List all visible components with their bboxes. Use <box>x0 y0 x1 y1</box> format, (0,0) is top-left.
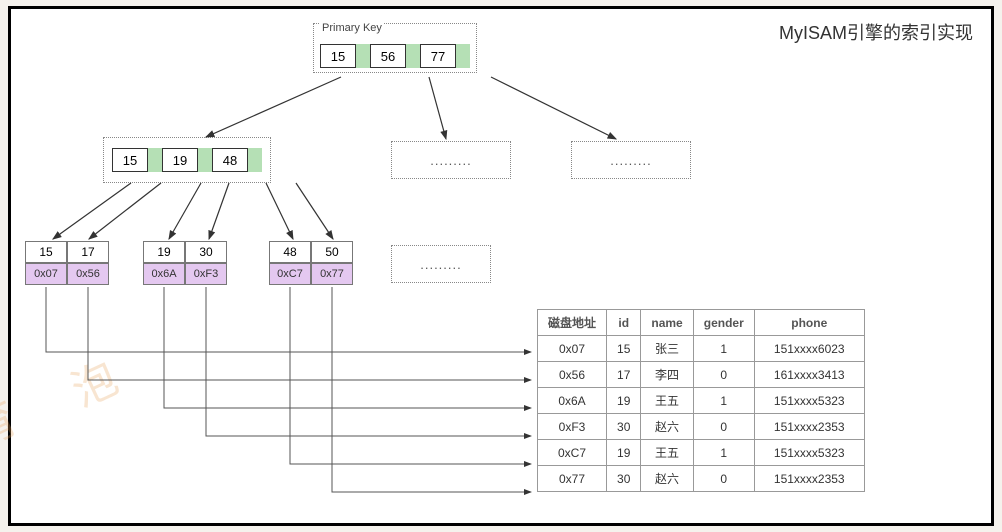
table-header: gender <box>693 310 754 336</box>
table-cell: 0x6A <box>538 388 607 414</box>
leaf-key: 17 <box>67 241 109 263</box>
table-cell: 30 <box>607 466 641 492</box>
dots-label: ......... <box>430 153 472 168</box>
leaf-key: 15 <box>25 241 67 263</box>
table-row: 0x7730赵六0151xxxx2353 <box>538 466 865 492</box>
mid-key-1: 19 <box>162 148 198 172</box>
table-cell: 赵六 <box>641 414 693 440</box>
table-cell: 李四 <box>641 362 693 388</box>
table-row: 0x5617李四0161xxxx3413 <box>538 362 865 388</box>
mid-node: 15 19 48 <box>103 137 271 183</box>
table-cell: 0 <box>693 466 754 492</box>
table-cell: 1 <box>693 336 754 362</box>
page-title: MyISAM引擎的索引实现 <box>779 19 973 45</box>
table-cell: 19 <box>607 440 641 466</box>
table-cell: 0 <box>693 414 754 440</box>
mid-placeholder-1: ......... <box>391 141 511 179</box>
root-key-0: 15 <box>320 44 356 68</box>
table-cell: 0x07 <box>538 336 607 362</box>
table-cell: 0xC7 <box>538 440 607 466</box>
table-cell: 0 <box>693 362 754 388</box>
leaf-node-1: 19 30 0x6A 0xF3 <box>143 241 227 285</box>
mid-ptr-0 <box>148 148 162 172</box>
mid-ptr-1 <box>198 148 212 172</box>
watermark: 泡 <box>60 343 127 420</box>
leaf-addr: 0x6A <box>143 263 185 285</box>
table-row: 0x0715张三1151xxxx6023 <box>538 336 865 362</box>
table-row: 0xF330赵六0151xxxx2353 <box>538 414 865 440</box>
table-cell: 151xxxx5323 <box>754 388 864 414</box>
watermark: 育 <box>0 383 26 460</box>
leaf-addr: 0xC7 <box>269 263 311 285</box>
mid-key-2: 48 <box>212 148 248 172</box>
table-cell: 151xxxx2353 <box>754 414 864 440</box>
table-cell: 0x77 <box>538 466 607 492</box>
leaf-key: 19 <box>143 241 185 263</box>
table-row: 0x6A19王五1151xxxx5323 <box>538 388 865 414</box>
root-node: Primary Key 15 56 77 <box>313 23 477 73</box>
leaf-node-2: 48 50 0xC7 0x77 <box>269 241 353 285</box>
table-cell: 17 <box>607 362 641 388</box>
table-cell: 张三 <box>641 336 693 362</box>
leaf-key: 48 <box>269 241 311 263</box>
table-cell: 王五 <box>641 440 693 466</box>
table-cell: 19 <box>607 388 641 414</box>
leaf-node-0: 15 17 0x07 0x56 <box>25 241 109 285</box>
mid-ptr-2 <box>248 148 262 172</box>
data-table: 磁盘地址 id name gender phone 0x0715张三1151xx… <box>537 309 865 492</box>
table-cell: 1 <box>693 388 754 414</box>
diagram-frame: 育 泡 大 MyISAM引擎的索引实现 Primary Key 15 56 77… <box>8 6 994 526</box>
mid-placeholder-2: ......... <box>571 141 691 179</box>
table-row: 0xC719王五1151xxxx5323 <box>538 440 865 466</box>
leaf-key: 30 <box>185 241 227 263</box>
dots-label: ......... <box>610 153 652 168</box>
dots-label: ......... <box>420 257 462 272</box>
root-label: Primary Key <box>320 22 384 34</box>
table-cell: 王五 <box>641 388 693 414</box>
table-header: 磁盘地址 <box>538 310 607 336</box>
leaf-addr: 0xF3 <box>185 263 227 285</box>
table-cell: 0xF3 <box>538 414 607 440</box>
root-ptr-2 <box>456 44 470 68</box>
root-ptr-0 <box>356 44 370 68</box>
table-cell: 15 <box>607 336 641 362</box>
table-cell: 1 <box>693 440 754 466</box>
leaf-addr: 0x07 <box>25 263 67 285</box>
mid-key-0: 15 <box>112 148 148 172</box>
leaf-addr: 0x56 <box>67 263 109 285</box>
leaf-placeholder: ......... <box>391 245 491 283</box>
root-key-2: 77 <box>420 44 456 68</box>
table-cell: 151xxxx2353 <box>754 466 864 492</box>
leaf-key: 50 <box>311 241 353 263</box>
table-cell: 0x56 <box>538 362 607 388</box>
table-cell: 赵六 <box>641 466 693 492</box>
table-cell: 161xxxx3413 <box>754 362 864 388</box>
table-cell: 30 <box>607 414 641 440</box>
root-ptr-1 <box>406 44 420 68</box>
root-key-1: 56 <box>370 44 406 68</box>
table-cell: 151xxxx6023 <box>754 336 864 362</box>
table-header: id <box>607 310 641 336</box>
table-header: phone <box>754 310 864 336</box>
table-cell: 151xxxx5323 <box>754 440 864 466</box>
leaf-addr: 0x77 <box>311 263 353 285</box>
table-header: name <box>641 310 693 336</box>
